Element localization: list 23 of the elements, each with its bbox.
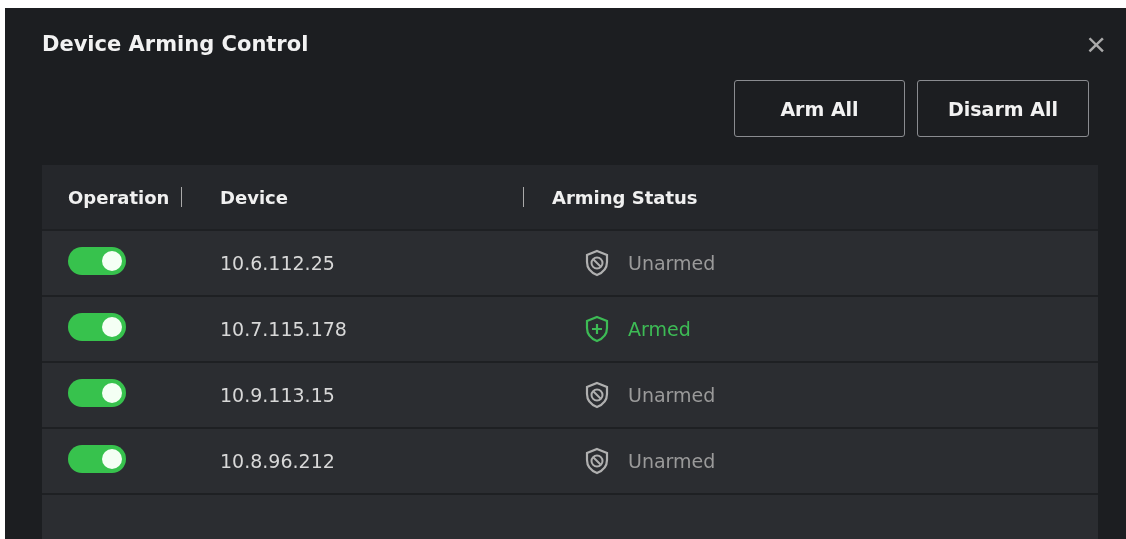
toggle-switch[interactable]	[68, 445, 126, 473]
arming-status: Unarmed	[628, 252, 716, 274]
arm-all-button[interactable]: Arm All	[734, 80, 905, 137]
toggle-switch[interactable]	[68, 313, 126, 341]
disarm-all-button[interactable]: Disarm All	[917, 80, 1089, 137]
device-ip: 10.6.112.25	[219, 252, 336, 274]
close-button[interactable]: ×	[1086, 27, 1106, 61]
toggle-switch[interactable]	[68, 247, 126, 275]
toggle-switch[interactable]	[68, 379, 126, 407]
shield-slash-icon	[584, 249, 610, 277]
shield-slash-icon	[584, 447, 610, 475]
arming-status: Unarmed	[628, 384, 716, 406]
device-ip: 10.8.96.212	[219, 450, 336, 472]
arming-status: Unarmed	[628, 450, 716, 472]
shield-slash-icon	[584, 381, 610, 409]
shield-plus-icon	[584, 315, 610, 343]
dialog-title: Device Arming Control	[42, 32, 309, 56]
device-ip: 10.9.113.15	[219, 384, 336, 406]
column-header[interactable]: Device	[220, 186, 288, 208]
column-header[interactable]: Arming Status	[552, 186, 698, 208]
device-ip: 10.7.115.178	[219, 318, 348, 340]
arming-status: Armed	[628, 318, 691, 340]
column-header[interactable]: Operation	[68, 186, 170, 208]
